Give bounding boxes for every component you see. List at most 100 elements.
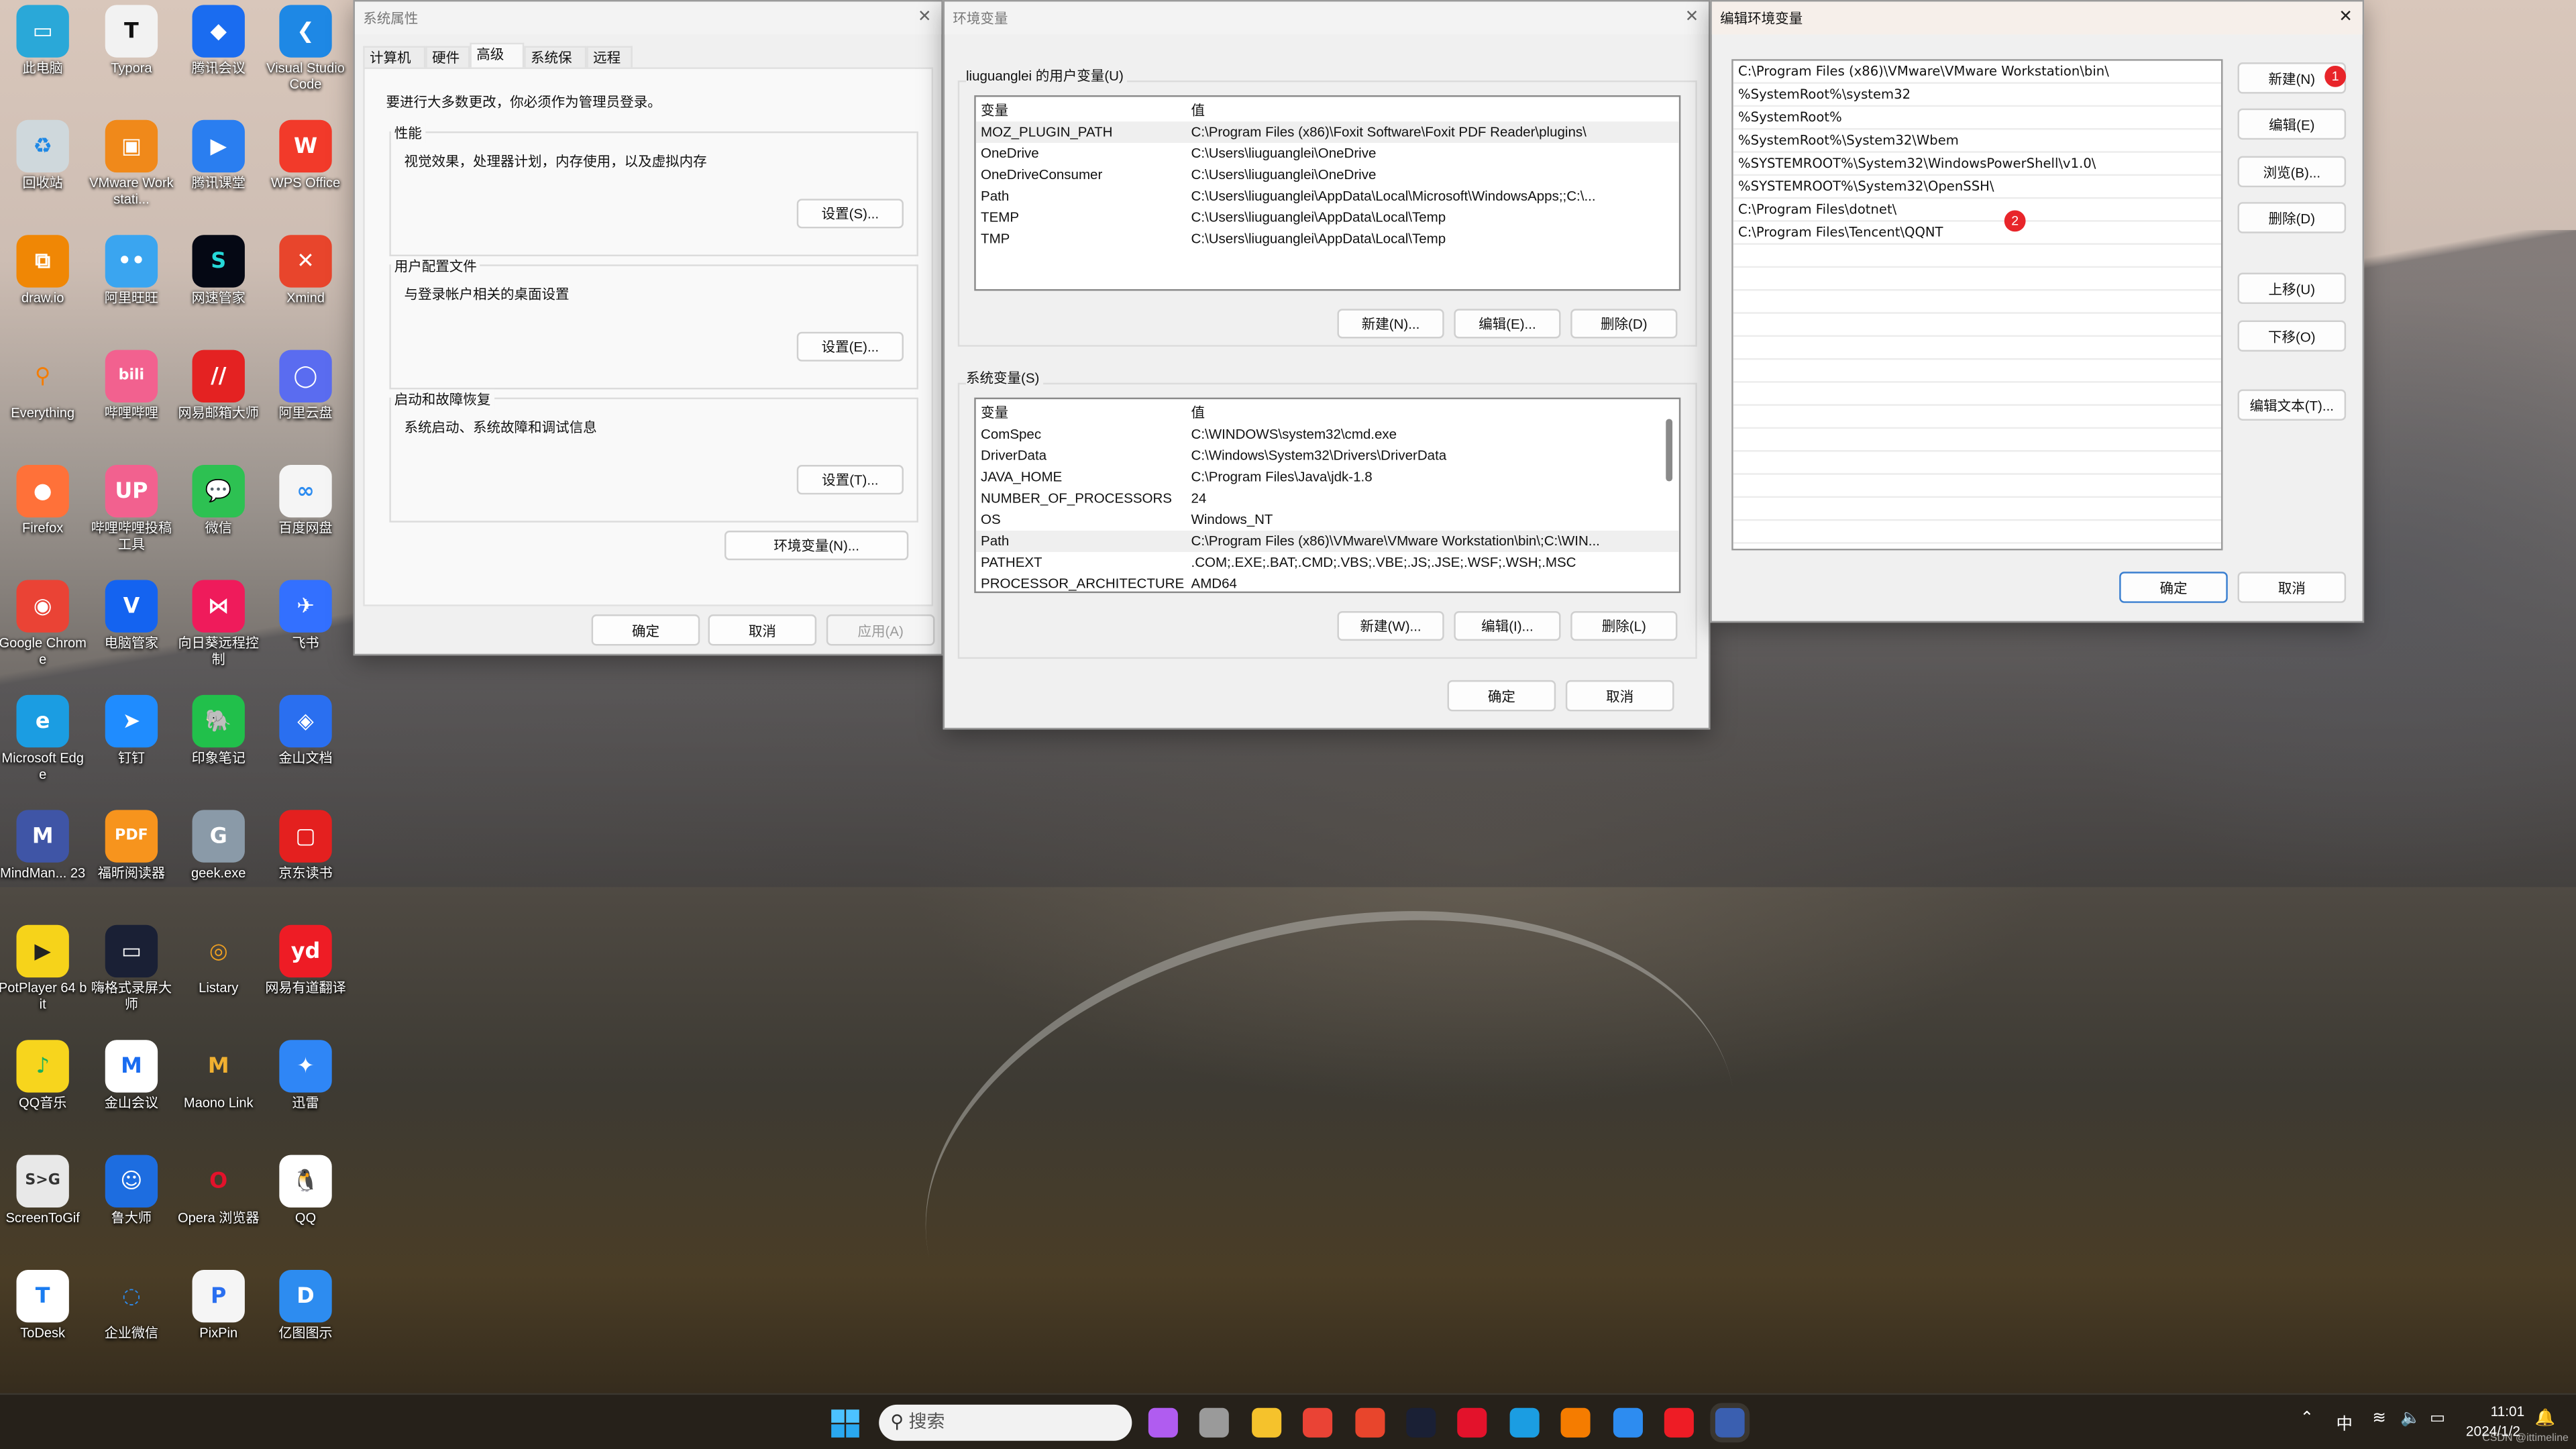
taskbar-app-file-explorer[interactable]: [1251, 1407, 1281, 1438]
desktop-icon[interactable]: 🐧 QQ: [261, 1150, 350, 1227]
desktop-icon[interactable]: ✦ 迅雷: [261, 1035, 350, 1112]
desktop-icon[interactable]: ◯ 阿里云盘: [261, 345, 350, 422]
desktop-icon[interactable]: ♪ QQ音乐: [0, 1035, 87, 1112]
taskbar-app-xmind[interactable]: [1354, 1407, 1385, 1438]
desktop-icon[interactable]: P PixPin: [174, 1265, 263, 1342]
cancel-button[interactable]: 取消: [708, 614, 817, 646]
desktop-icon[interactable]: T ToDesk: [0, 1265, 87, 1342]
desktop-icon[interactable]: ▶ 腾讯课堂: [174, 115, 263, 192]
table-row[interactable]: TMP C:\Users\liuguanglei\AppData\Local\Te…: [976, 228, 1679, 250]
start-button[interactable]: [831, 1409, 859, 1438]
path-entry[interactable]: %SYSTEMROOT%\System32\OpenSSH\: [1733, 176, 2222, 199]
desktop-icon[interactable]: bili 哔哩哔哩: [87, 345, 176, 422]
desktop-icon[interactable]: D 亿图图示: [261, 1265, 350, 1342]
table-row[interactable]: TEMP C:\Users\liuguanglei\AppData\Local\T…: [976, 207, 1679, 229]
table-row[interactable]: PROCESSOR_ARCHITECTURE AMD64: [976, 574, 1679, 591]
tab-0[interactable]: 计算机名: [363, 46, 426, 87]
ok-button[interactable]: 确定: [591, 614, 700, 646]
desktop-icon[interactable]: Ggeek.exe: [174, 805, 263, 882]
taskbar-app-task-view[interactable]: [1199, 1407, 1230, 1438]
ok-button[interactable]: 确定: [2119, 572, 2228, 603]
path-entry[interactable]: %SystemRoot%: [1733, 107, 2222, 130]
desktop-icon[interactable]: ▭ 嗨格式录屏大师: [87, 920, 176, 1014]
tab-1[interactable]: 硬件: [425, 46, 470, 68]
desktop-icon[interactable]: ▭ 此电脑: [0, 0, 87, 77]
desktop-icon[interactable]: ➤ 钉钉: [87, 690, 176, 767]
scrollbar-thumb[interactable]: [1666, 419, 1673, 482]
desktop-icon[interactable]: yd 网易有道翻译: [261, 920, 350, 997]
taskbar-app-opera[interactable]: [1458, 1407, 1488, 1438]
table-row[interactable]: DriverData C:\Windows\System32\Drivers\Dr…: [976, 445, 1679, 467]
delete-variable-button[interactable]: 删除(L): [1570, 611, 1678, 641]
move-up-button[interactable]: 上移(U): [2237, 272, 2347, 305]
table-row[interactable]: Path C:\Program Files (x86)\VMware\VMware…: [975, 531, 1679, 552]
notification-bell-icon[interactable]: 🔔: [2535, 1409, 2555, 1428]
settings-button[interactable]: 设置(S)...: [796, 199, 904, 229]
desktop-icon[interactable]: ⧉ draw.io: [0, 230, 87, 307]
edit-button[interactable]: 编辑(E): [2237, 108, 2347, 140]
input-method-indicator[interactable]: 中: [2336, 1409, 2352, 1434]
close-icon[interactable]: ✕: [1685, 1, 1699, 34]
environment-variables-button[interactable]: 环境变量(N)...: [724, 531, 909, 561]
desktop-icon[interactable]: W WPS Office: [261, 115, 350, 192]
browse-button[interactable]: 浏览(B)...: [2237, 156, 2347, 188]
column-header-variable[interactable]: 变量: [981, 100, 1008, 121]
settings-button[interactable]: 设置(T)...: [796, 465, 904, 495]
desktop-icon[interactable]: M Maono Link: [174, 1035, 263, 1112]
edit-variable-button[interactable]: 编辑(I)...: [1454, 611, 1561, 641]
path-entry[interactable]: %SYSTEMROOT%\System32\WindowsPowerShell\…: [1733, 153, 2222, 176]
column-header-value[interactable]: 值: [1191, 100, 1205, 121]
delete-button[interactable]: 删除(D): [2237, 202, 2347, 233]
table-row[interactable]: NUMBER_OF_PROCESSORS 24: [976, 488, 1679, 509]
tab-2[interactable]: 高级: [470, 42, 525, 68]
show-hidden-icons-chevron-icon[interactable]: ⌃: [2300, 1409, 2314, 1428]
desktop-icon[interactable]: S>G ScreenToGif: [0, 1150, 87, 1227]
column-header-value[interactable]: 值: [1191, 402, 1205, 424]
cancel-button[interactable]: 取消: [1565, 680, 1674, 712]
desktop-icon[interactable]: ⋈ 向日葵远程控制: [174, 575, 263, 669]
wifi-icon[interactable]: ≋: [2372, 1409, 2386, 1428]
edit-variable-button[interactable]: 编辑(E)...: [1454, 309, 1561, 339]
taskbar-app-edraw[interactable]: [1612, 1407, 1642, 1438]
desktop-icon[interactable]: T Typora: [87, 0, 176, 77]
desktop-icon[interactable]: ❮ Visual Studio Code: [261, 0, 350, 94]
desktop-icon[interactable]: O Opera 浏览器: [174, 1150, 263, 1227]
taskbar-app-everything[interactable]: [1560, 1407, 1591, 1438]
desktop-icon[interactable]: M MindMan... 23: [0, 805, 87, 882]
path-entry[interactable]: C:\Program Files\Tencent\QQNT: [1733, 222, 2222, 245]
apply-button[interactable]: 应用(A): [826, 614, 935, 646]
desktop-icon[interactable]: ☺ 鲁大师: [87, 1150, 176, 1227]
desktop-icon[interactable]: ✈ 飞书: [261, 575, 350, 652]
desktop-icon[interactable]: ⚲ Everything: [0, 345, 87, 422]
desktop-icon[interactable]: ◌ 企业微信: [87, 1265, 176, 1342]
new-variable-button[interactable]: 新建(N)...: [1337, 309, 1444, 339]
tab-4[interactable]: 远程: [586, 46, 633, 68]
path-entry[interactable]: C:\Program Files\dotnet\: [1733, 199, 2222, 222]
move-down-button[interactable]: 下移(O): [2237, 320, 2347, 352]
column-header-variable[interactable]: 变量: [981, 402, 1008, 424]
desktop-icon[interactable]: PDF 福昕阅读器: [87, 805, 176, 882]
battery-icon[interactable]: ▭: [2430, 1409, 2445, 1428]
desktop-icon[interactable]: 🐘 印象笔记: [174, 690, 263, 767]
delete-variable-button[interactable]: 删除(D): [1570, 309, 1678, 339]
desktop-icon[interactable]: ▣ VMware Workstati...: [87, 115, 176, 209]
desktop-icon[interactable]: ◆ 腾讯会议: [174, 0, 263, 77]
path-entry[interactable]: %SystemRoot%\System32\Wbem: [1733, 129, 2222, 153]
taskbar-app-screen-recorder[interactable]: [1406, 1407, 1436, 1438]
desktop-icon[interactable]: •• 阿里旺旺: [87, 230, 176, 307]
path-entry[interactable]: %SystemRoot%\system32: [1733, 84, 2222, 107]
taskbar-app-chrome[interactable]: [1303, 1407, 1333, 1438]
table-row[interactable]: OneDriveConsumer C:\Users\liuguanglei\One…: [976, 164, 1679, 186]
desktop-icon[interactable]: 💬 微信: [174, 460, 263, 537]
taskbar-app-system-properties[interactable]: [1711, 1403, 1751, 1443]
table-row[interactable]: Path C:\Users\liuguanglei\AppData\Local\M…: [976, 186, 1679, 207]
close-icon[interactable]: ✕: [2339, 1, 2353, 34]
desktop-icon[interactable]: ◈ 金山文档: [261, 690, 350, 767]
path-entries-list[interactable]: C:\Program Files (x86)\VMware\VMware Wor…: [1731, 59, 2223, 551]
desktop-icon[interactable]: V 电脑管家: [87, 575, 176, 652]
search-box[interactable]: ⚲ 搜索: [879, 1404, 1132, 1441]
table-row[interactable]: OneDrive C:\Users\liuguanglei\OneDrive: [976, 143, 1679, 164]
cancel-button[interactable]: 取消: [2237, 572, 2347, 603]
desktop-icon[interactable]: ∞ 百度网盘: [261, 460, 350, 537]
table-row[interactable]: JAVA_HOME C:\Program Files\Java\jdk-1.8: [976, 467, 1679, 488]
